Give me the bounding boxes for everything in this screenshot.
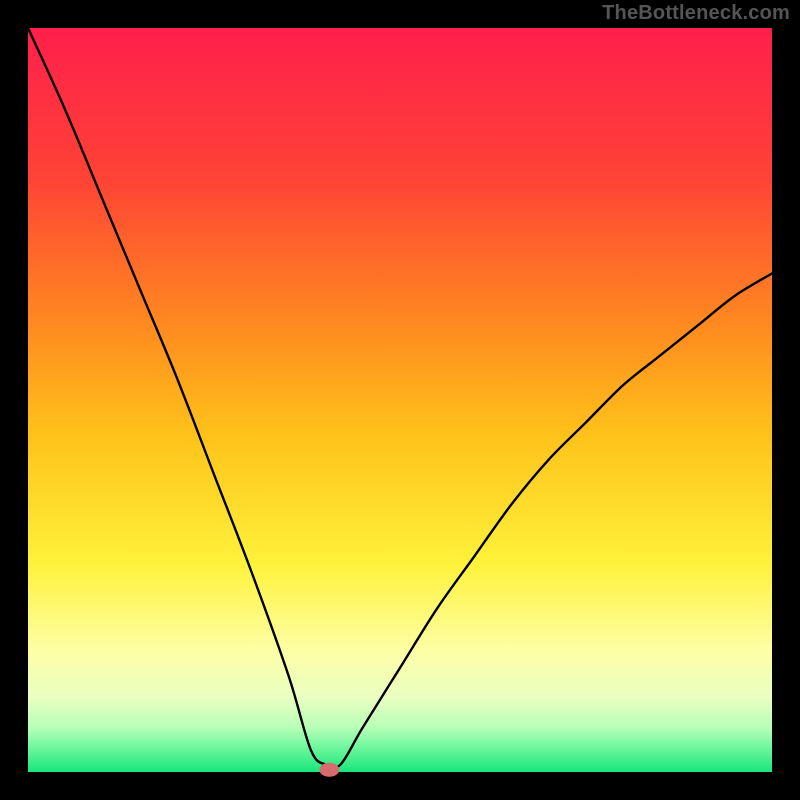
bottleneck-marker [319, 763, 339, 777]
bottleneck-chart [0, 0, 800, 800]
watermark-text: TheBottleneck.com [602, 2, 790, 25]
plot-background [28, 28, 772, 772]
chart-frame: TheBottleneck.com [0, 0, 800, 800]
